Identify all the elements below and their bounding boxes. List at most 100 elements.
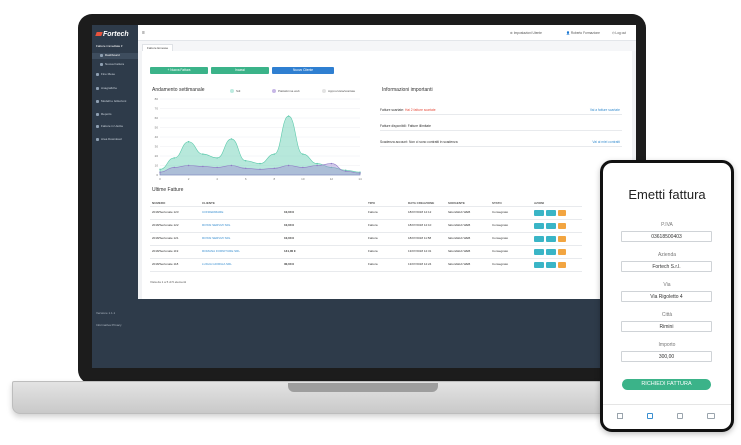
view-button[interactable]	[534, 210, 544, 216]
download-button[interactable]	[558, 210, 566, 216]
settings-link[interactable]: ⚙ Impostazioni Utente	[510, 31, 542, 35]
sidebar-item-dashboard[interactable]: Dashboard	[92, 53, 138, 59]
cell-client[interactable]: ROSSI SERVIZI SRL	[202, 223, 230, 227]
grid-icon[interactable]	[647, 413, 653, 419]
data-point	[330, 162, 333, 165]
brand-logo[interactable]: Fortech	[95, 31, 129, 38]
document-icon[interactable]	[677, 413, 683, 419]
contratti-link[interactable]: Vai ai miei contratti	[592, 137, 620, 147]
download-button[interactable]	[558, 262, 566, 268]
view-button[interactable]	[534, 236, 544, 242]
via-label: Via	[663, 282, 671, 288]
azienda-field[interactable]: Fortech S.r.l.	[621, 261, 712, 272]
edit-button[interactable]	[546, 249, 556, 255]
tab-fatture-emesse[interactable]: Fatture Emesse	[142, 44, 174, 51]
brand-name: Fortech	[103, 31, 129, 38]
col-data: DATA CREAZIONE	[408, 201, 435, 205]
info-label: Fatture scartate:	[380, 108, 405, 112]
x-tick-label: 2	[188, 177, 190, 181]
outbox-icon	[96, 124, 99, 128]
edit-button[interactable]	[546, 223, 556, 229]
topbar: ≡ ⚙ Impostazioni Utente 👤 Roberto Formaz…	[138, 25, 636, 41]
data-point	[287, 164, 290, 167]
sidebar-item-label: Fatture in Uscita	[101, 124, 123, 128]
card-icon[interactable]	[707, 413, 715, 419]
user-label: Roberto Formazione	[570, 31, 600, 35]
cell-type: Fattura	[368, 223, 378, 227]
sidebar-item-label: Modelli e Istituzioni	[101, 99, 127, 103]
sidebar-account[interactable]: Fatture immediate ▾	[92, 44, 138, 48]
cell-type: Fattura	[368, 210, 378, 214]
citta-field[interactable]: Rimini	[621, 321, 712, 332]
edit-button[interactable]	[546, 236, 556, 242]
info-row-scadenza: Scadenza account: Non ci sono contratti …	[380, 137, 622, 147]
table-row[interactable]: 2018/Sezionale 121 ROSSI SERVIZI SRL 10,00…	[150, 233, 582, 246]
sidebar-account-label: Fatture immediate	[96, 44, 121, 48]
menu-icon[interactable]: ≡	[142, 30, 145, 36]
edit-button[interactable]	[546, 262, 556, 268]
y-tick-label: 20	[155, 154, 159, 158]
view-button[interactable]	[534, 223, 544, 229]
view-button[interactable]	[534, 262, 544, 268]
col-azioni: AZIONI	[534, 201, 545, 205]
data-point	[159, 168, 161, 170]
sidebar-item-modelli[interactable]: Modelli e Istituzioni	[92, 99, 138, 103]
y-tick-label: 80	[155, 97, 159, 101]
download-button[interactable]	[558, 249, 566, 255]
info-row-disponibili: Fatture disponibili: Fatture illimitate	[380, 121, 622, 131]
table-row[interactable]: 2018/Sezionale 122 ROSSI SERVIZI SRL 10,00…	[150, 220, 582, 233]
cell-date: 13/07/2018 12:24	[408, 262, 432, 266]
privacy-link[interactable]: Informativa Privacy	[96, 323, 122, 327]
phone-tab-bar	[603, 404, 731, 429]
stage: Fortech Fatture immediate ▾ Dashboard Nu…	[0, 0, 741, 445]
data-point	[159, 171, 161, 173]
x-tick-label: 12	[330, 177, 334, 181]
x-tick-label: 8	[273, 177, 275, 181]
data-point	[187, 164, 190, 167]
cell-client[interactable]: ROMANA FORNITURE SRL	[202, 249, 240, 253]
sidebar-item-anagrafiche[interactable]: Anagrafiche	[92, 86, 138, 90]
sidebar-item-fine-mese[interactable]: Fine Mese	[92, 72, 138, 76]
sidebar-item-download[interactable]: Area Download	[92, 137, 138, 141]
latest-title: Ultime Fatture	[152, 187, 184, 193]
col-numero: NUMERO	[152, 201, 166, 205]
x-tick-label: 6	[245, 177, 247, 181]
sidebar-item-label: Fine Mese	[101, 72, 116, 76]
view-button[interactable]	[534, 249, 544, 255]
download-button[interactable]	[558, 236, 566, 242]
via-field[interactable]: Via Rigoletto 4	[621, 291, 712, 302]
sidebar-item-reports[interactable]: Reports	[92, 112, 138, 116]
edit-button[interactable]	[546, 210, 556, 216]
sidebar-item-label: Dashboard	[105, 53, 120, 57]
cell-client[interactable]: ROSSI SERVIZI SRL	[202, 236, 230, 240]
request-invoice-button[interactable]: RICHIEDI FATTURA	[622, 379, 711, 390]
cell-num: 2018/Sezionale 122	[152, 223, 179, 227]
cell-client[interactable]: CONFERMARE	[202, 210, 223, 214]
importo-field[interactable]: 300,00	[621, 351, 712, 362]
piva-field[interactable]: 03618500403	[621, 231, 712, 242]
sidebar-item-nuova-fattura[interactable]: Nuova Fattura	[92, 62, 138, 66]
home-icon[interactable]	[617, 413, 623, 419]
col-stato: STATO	[492, 201, 502, 205]
info-value: Non ci sono contratti in scadenza	[408, 140, 458, 144]
download-button[interactable]	[558, 223, 566, 229]
sidebar-item-label: Anagrafiche	[101, 86, 118, 90]
data-point	[273, 153, 275, 155]
table-row[interactable]: 2018/Sezionale 119 ROMANA FORNITURE SRL 14…	[150, 246, 582, 259]
logout-link[interactable]: ⏻ Log out	[612, 31, 626, 35]
table-row[interactable]: 2018/Sezionale 123 CONFERMARE 10,00 € Fattu…	[150, 207, 582, 220]
y-tick-label: 0	[156, 173, 158, 177]
scartate-link[interactable]: Vai a fatture scartate	[590, 105, 620, 115]
sidebar-item-fatture-uscita[interactable]: Fatture in Uscita	[92, 124, 138, 128]
col-tipo: TIPO	[368, 201, 376, 205]
cell-state: Consegnato	[492, 223, 509, 227]
cell-source: fatturaWeb WEB	[448, 249, 471, 253]
table-row[interactable]: 2018/Sezionale 118 LUIGIA GIORGIA SRL 30,0…	[150, 259, 582, 272]
logout-label: Log out	[615, 31, 627, 35]
user-link[interactable]: 👤 Roberto Formazione	[566, 31, 600, 35]
x-tick-label: 4	[216, 177, 218, 181]
cell-client[interactable]: LUIGIA GIORGIA SRL	[202, 262, 232, 266]
data-point	[216, 166, 218, 169]
calendar-icon	[96, 72, 99, 76]
info-label: Fatture disponibili:	[380, 124, 407, 128]
